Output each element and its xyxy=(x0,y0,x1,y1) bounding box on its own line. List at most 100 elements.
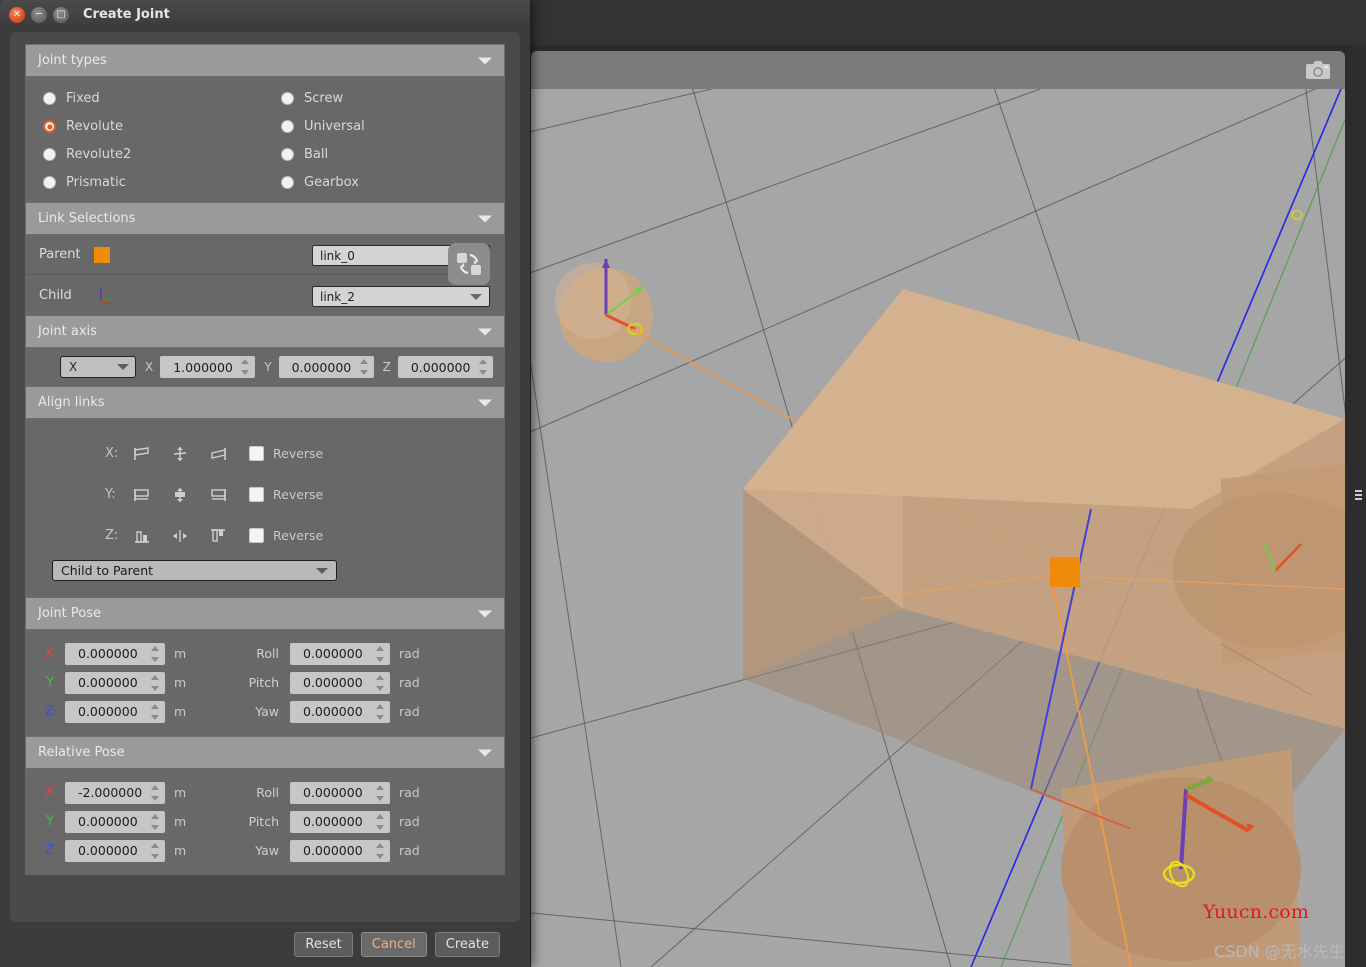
relative-pose-roll-unit: rad xyxy=(399,785,420,800)
axis-preset-combo[interactable]: X xyxy=(60,356,136,378)
align-x-reverse-checkbox[interactable] xyxy=(249,446,264,461)
align-z-reverse-checkbox[interactable] xyxy=(249,528,264,543)
align-y-max-icon[interactable] xyxy=(203,482,233,508)
create-button[interactable]: Create xyxy=(434,932,500,957)
joint-pose-z-value: 0.000000 xyxy=(78,704,138,719)
radio-universal[interactable]: Universal xyxy=(263,115,505,138)
axis-x-spinbox[interactable]: 1.000000 xyxy=(160,356,256,378)
relative-pose-yaw-value: 0.000000 xyxy=(303,843,363,858)
radio-label: Fixed xyxy=(66,91,100,106)
joint-pose-roll-spinbox[interactable]: 0.000000 xyxy=(290,642,390,665)
spinner-arrows-icon[interactable] xyxy=(376,842,385,859)
spinner-arrows-icon[interactable] xyxy=(151,703,160,720)
align-x-min-icon[interactable] xyxy=(127,441,157,467)
align-x-max-icon[interactable] xyxy=(203,441,233,467)
joint-pose-yaw-spinbox[interactable]: 0.000000 xyxy=(290,700,390,723)
spinner-arrows-icon[interactable] xyxy=(376,813,385,830)
scene-svg xyxy=(531,89,1345,967)
radio-gearbox[interactable]: Gearbox xyxy=(263,171,505,194)
chevron-down-icon xyxy=(478,749,492,756)
radio-fixed[interactable]: Fixed xyxy=(25,87,263,110)
radio-revolute2[interactable]: Revolute2 xyxy=(25,143,263,166)
spinner-arrows-icon[interactable] xyxy=(376,674,385,691)
group-header-joint-axis[interactable]: Joint axis xyxy=(25,315,505,348)
relative-pose-z-spinbox[interactable]: 0.000000 xyxy=(65,839,165,862)
viewport-splitter[interactable] xyxy=(1351,45,1366,967)
joint-pose-pitch-spinbox[interactable]: 0.000000 xyxy=(290,671,390,694)
joint-pose-pitch-label: Pitch xyxy=(248,675,279,690)
spinner-arrows-icon[interactable] xyxy=(151,784,160,801)
joint-pose-pitch-unit: rad xyxy=(399,675,420,690)
group-body-joint-axis: X X 1.000000 Y 0.000000 Z 0.000000 xyxy=(25,348,505,386)
spinner-arrows-icon[interactable] xyxy=(151,813,160,830)
spinner-arrows-icon[interactable] xyxy=(359,359,369,375)
radio-icon xyxy=(43,148,56,161)
minimize-icon: ─ xyxy=(35,8,43,20)
chevron-down-icon xyxy=(478,399,492,406)
radio-ball[interactable]: Ball xyxy=(263,143,505,166)
spinner-arrows-icon[interactable] xyxy=(376,784,385,801)
group-header-align-links[interactable]: Align links xyxy=(25,386,505,419)
viewport-toolbar xyxy=(531,51,1345,89)
relative-pose-y-unit: m xyxy=(174,814,187,829)
align-z-max-icon[interactable] xyxy=(203,523,233,549)
align-z-min-icon[interactable] xyxy=(127,523,157,549)
align-row-z: Z: Reverse xyxy=(25,515,505,556)
child-link-combo[interactable]: link_2 xyxy=(312,286,490,307)
align-mode-combo[interactable]: Child to Parent xyxy=(52,560,337,581)
radio-label: Gearbox xyxy=(304,175,359,190)
chevron-down-icon xyxy=(478,215,492,222)
viewport-3d-scene[interactable] xyxy=(531,89,1345,967)
joint-pose-x-spinbox[interactable]: 0.000000 xyxy=(65,642,165,665)
maximize-button[interactable]: □ xyxy=(53,6,69,23)
group-header-joint-pose[interactable]: Joint Pose xyxy=(25,597,505,630)
spinner-arrows-icon[interactable] xyxy=(376,645,385,662)
align-axis-label: Z: xyxy=(105,528,119,543)
align-mode-value: Child to Parent xyxy=(61,563,154,578)
group-title-link-selections: Link Selections xyxy=(38,211,136,226)
axis-preset-value: X xyxy=(69,360,78,374)
relative-pose-x-value: -2.000000 xyxy=(78,785,143,800)
radio-revolute[interactable]: Revolute xyxy=(25,115,263,138)
spinner-arrows-icon[interactable] xyxy=(151,674,160,691)
axis-y-spinbox[interactable]: 0.000000 xyxy=(278,356,374,378)
joint-pose-row-x: X 0.000000 m Roll 0.000000 rad xyxy=(25,639,505,668)
align-y-reverse-checkbox[interactable] xyxy=(249,487,264,502)
radio-screw[interactable]: Screw xyxy=(263,87,505,110)
joint-pose-z-spinbox[interactable]: 0.000000 xyxy=(65,700,165,723)
relative-pose-pitch-spinbox[interactable]: 0.000000 xyxy=(290,810,390,833)
reset-button[interactable]: Reset xyxy=(294,932,353,957)
radio-label: Screw xyxy=(304,91,344,106)
joint-pose-pitch-value: 0.000000 xyxy=(303,675,363,690)
relative-pose-yaw-spinbox[interactable]: 0.000000 xyxy=(290,839,390,862)
camera-icon[interactable] xyxy=(1305,60,1331,80)
align-y-min-icon[interactable] xyxy=(127,482,157,508)
axis-z-spinbox[interactable]: 0.000000 xyxy=(397,356,493,378)
spinner-arrows-icon[interactable] xyxy=(151,645,160,662)
relative-pose-x-spinbox[interactable]: -2.000000 xyxy=(65,781,165,804)
joint-pose-y-value: 0.000000 xyxy=(78,675,138,690)
align-z-center-icon[interactable] xyxy=(165,523,195,549)
spinner-arrows-icon[interactable] xyxy=(376,703,385,720)
radio-prismatic[interactable]: Prismatic xyxy=(25,171,263,194)
minimize-button[interactable]: ─ xyxy=(31,6,47,23)
close-button[interactable]: ✕ xyxy=(9,6,25,23)
joint-pose-y-spinbox[interactable]: 0.000000 xyxy=(65,671,165,694)
group-header-relative-pose[interactable]: Relative Pose xyxy=(25,736,505,769)
axis-x-label: X xyxy=(145,360,154,374)
joint-pose-roll-label: Roll xyxy=(256,646,279,661)
swap-links-button[interactable] xyxy=(448,243,490,285)
group-title-joint-types: Joint types xyxy=(38,53,107,68)
align-axis-label: X: xyxy=(105,446,119,461)
spinner-arrows-icon[interactable] xyxy=(241,359,250,375)
relative-pose-roll-spinbox[interactable]: 0.000000 xyxy=(290,781,390,804)
align-x-center-icon[interactable] xyxy=(165,441,195,467)
group-header-joint-types[interactable]: Joint types xyxy=(25,44,505,77)
relative-pose-y-spinbox[interactable]: 0.000000 xyxy=(65,810,165,833)
spinner-arrows-icon[interactable] xyxy=(151,842,160,859)
cancel-button[interactable]: Cancel xyxy=(360,932,427,957)
group-header-link-selections[interactable]: Link Selections xyxy=(25,202,505,235)
align-y-center-icon[interactable] xyxy=(165,482,195,508)
dialog-footer: Reset Cancel Create xyxy=(0,922,530,967)
spinner-arrows-icon[interactable] xyxy=(478,359,488,375)
